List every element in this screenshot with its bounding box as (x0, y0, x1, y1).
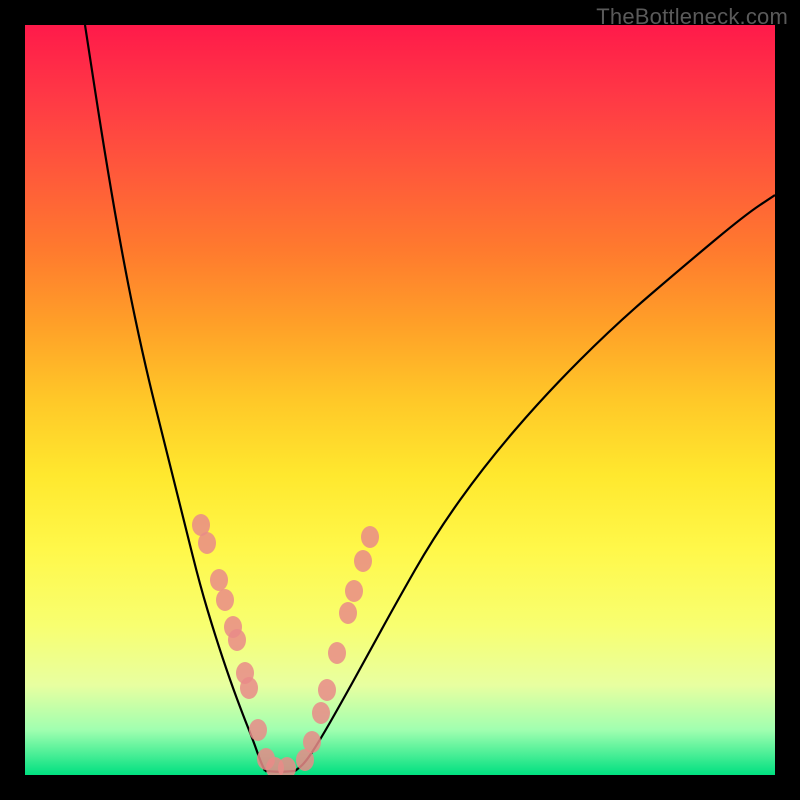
watermark-text: TheBottleneck.com (596, 4, 788, 30)
data-marker (198, 532, 216, 554)
curve-left (85, 25, 265, 771)
chart-svg (25, 25, 775, 775)
data-markers (192, 514, 379, 775)
data-marker (240, 677, 258, 699)
data-marker (210, 569, 228, 591)
data-marker (345, 580, 363, 602)
data-marker (339, 602, 357, 624)
chart-frame: TheBottleneck.com (0, 0, 800, 800)
plot-area (25, 25, 775, 775)
data-marker (354, 550, 372, 572)
data-marker (303, 731, 321, 753)
data-marker (216, 589, 234, 611)
data-marker (312, 702, 330, 724)
curve-right (295, 195, 775, 771)
data-marker (228, 629, 246, 651)
data-marker (328, 642, 346, 664)
data-marker (318, 679, 336, 701)
data-marker (249, 719, 267, 741)
data-marker (361, 526, 379, 548)
